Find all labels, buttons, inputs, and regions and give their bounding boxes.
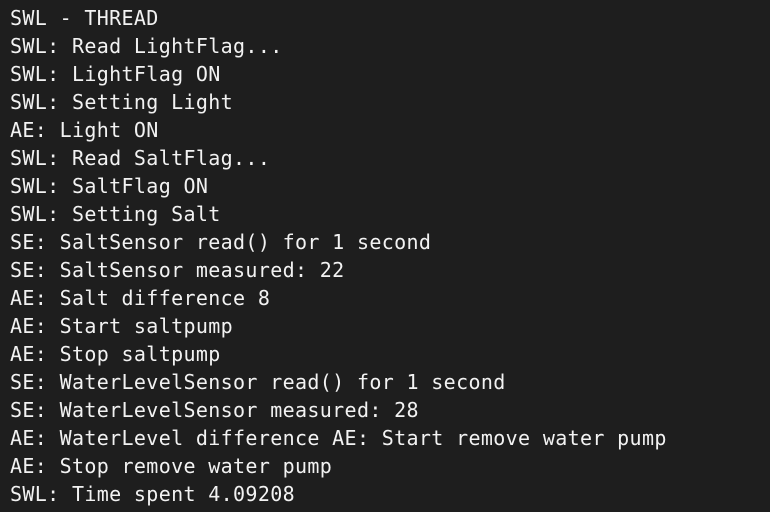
output-line: SWL: Setting Light [10,90,234,114]
output-line: SWL: Setting Salt [10,202,221,226]
output-line: SWL - THREAD [10,6,159,30]
output-line: AE: Start saltpump [10,314,234,338]
output-line: SE: WaterLevelSensor measured: 28 [10,398,419,422]
output-line: AE: Stop saltpump [10,342,221,366]
output-line: SE: SaltSensor measured: 22 [10,258,345,282]
output-line: AE: WaterLevel difference AE: Start remo… [10,426,667,450]
output-line: AE: Salt difference 8 [10,286,271,310]
output-line: SWL: Read LightFlag... [10,34,283,58]
output-line: SWL: SaltFlag ON [10,174,209,198]
output-line: SWL: Read SaltFlag... [10,146,271,170]
terminal-output[interactable]: SWL - THREAD SWL: Read LightFlag... SWL:… [0,0,770,512]
output-line: AE: Stop remove water pump [10,454,333,478]
output-line: SE: WaterLevelSensor read() for 1 second [10,370,506,394]
output-line: AE: Light ON [10,118,159,142]
output-line: SE: SaltSensor read() for 1 second [10,230,432,254]
output-line: SWL: Time spent 4.09208 [10,482,295,506]
output-line: SWL: LightFlag ON [10,62,221,86]
